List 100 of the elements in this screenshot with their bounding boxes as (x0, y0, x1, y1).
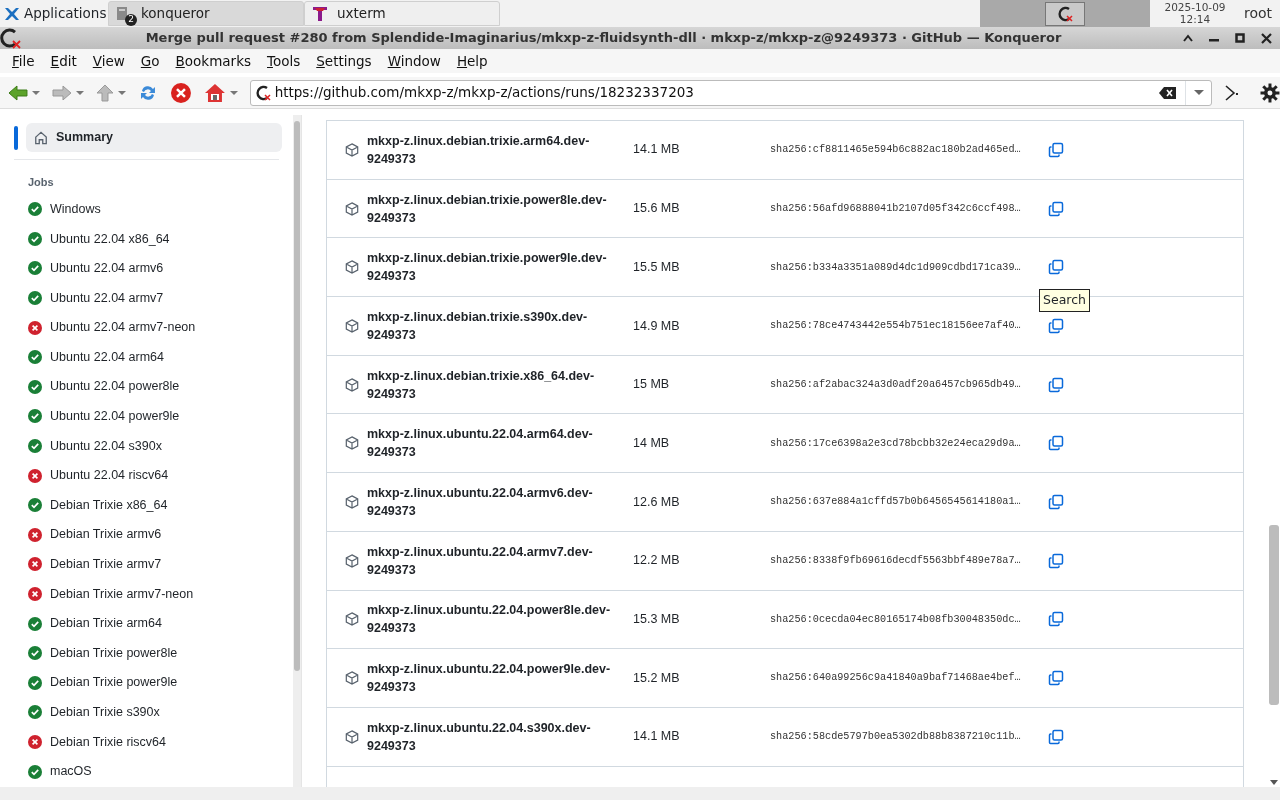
copy-button[interactable] (1048, 670, 1064, 687)
job-link[interactable]: macOS (14, 756, 293, 787)
artifact-digest: sha256:640a99256c9a41840a9baf71468ae4bef… (770, 671, 1022, 686)
artifact-digest: sha256:78ce4743442e554b751ec18156ee7af40… (770, 319, 1022, 334)
artifact-size: 15 MB (632, 376, 671, 394)
stop-icon[interactable] (169, 81, 192, 104)
artifact-size: 14.1 MB (632, 728, 681, 746)
clear-icon[interactable] (1159, 86, 1178, 99)
caret-icon[interactable] (31, 89, 40, 96)
job-link[interactable]: Debian Trixie armv6 (14, 520, 293, 550)
package-icon (345, 436, 359, 451)
back-icon[interactable] (8, 83, 28, 102)
job-link[interactable]: Ubuntu 22.04 power9le (14, 401, 293, 432)
summary-nav-item[interactable]: Summary (26, 123, 282, 152)
settings-icon[interactable] (1260, 82, 1280, 103)
menu-item[interactable]: Bookmarks (167, 50, 259, 72)
maximize-icon[interactable] (1235, 33, 1245, 43)
caret-icon[interactable] (75, 89, 84, 96)
job-link[interactable]: Windows (14, 194, 293, 225)
tray-browser-button[interactable] (1045, 1, 1085, 26)
terminal-prompt-icon[interactable] (1224, 83, 1241, 102)
browser-icon (1056, 4, 1074, 23)
package-icon (345, 142, 359, 157)
artifact-link[interactable]: mkxp-z.linux.debian.trixie.power8le.dev-9249373 (367, 190, 617, 227)
clock-time: 12:14 (1178, 13, 1212, 26)
artifact-size: 12.6 MB (632, 493, 681, 511)
home-icon[interactable] (203, 82, 226, 103)
close-icon[interactable] (1261, 32, 1272, 44)
job-link[interactable]: Debian Trixie riscv64 (14, 727, 293, 757)
artifact-link[interactable]: mkxp-z.linux.ubuntu.22.04.arm64.dev-9249373 (367, 425, 617, 462)
package-icon (345, 612, 359, 627)
caret-icon[interactable] (117, 89, 126, 96)
job-link[interactable]: Ubuntu 22.04 armv7 (14, 283, 293, 313)
menu-item[interactable]: View (84, 50, 133, 72)
artifact-size: 12.2 MB (632, 552, 681, 570)
copy-button[interactable] (1048, 611, 1064, 628)
terminal-icon (311, 4, 329, 23)
artifact-link[interactable]: mkxp-z.linux.debian.trixie.arm64.dev-9249373 (367, 131, 617, 168)
copy-button[interactable] (1048, 552, 1064, 569)
app-icon (0, 27, 24, 49)
job-link[interactable]: Debian Trixie s390x (14, 697, 293, 728)
job-link[interactable]: Ubuntu 22.04 armv7-neon (14, 312, 293, 343)
copy-button[interactable] (1048, 376, 1064, 393)
caret-icon[interactable] (1193, 89, 1204, 96)
job-link[interactable]: Debian Trixie arm64 (14, 608, 293, 639)
job-link[interactable]: Debian Trixie armv7-neon (14, 579, 293, 609)
artifact-digest: sha256:56afd96888041b2107d05f342c6ccf498… (770, 201, 1022, 216)
menu-item[interactable]: File (4, 50, 43, 72)
copy-button[interactable] (1048, 200, 1064, 217)
job-link[interactable]: Debian Trixie x86_64 (14, 490, 293, 521)
copy-button[interactable] (1048, 435, 1064, 452)
job-link[interactable]: Debian Trixie armv7 (14, 549, 293, 580)
scrollbar-thumb[interactable] (1269, 525, 1279, 705)
artifact-link[interactable]: mkxp-z.linux.ubuntu.22.04.armv7.dev-9249373 (367, 542, 617, 579)
section-heading: Jobs (14, 159, 279, 195)
address-field[interactable]: https://github.com/mkxp-z/mkxp-z/actions/runs/18232337203 (249, 79, 1213, 106)
site-icon (254, 83, 273, 102)
job-link[interactable]: Ubuntu 22.04 power8le (14, 372, 293, 402)
job-link[interactable]: Ubuntu 22.04 arm64 (14, 342, 293, 373)
up-icon[interactable] (95, 83, 114, 102)
menu-item[interactable]: Go (132, 50, 168, 72)
artifact-link[interactable]: mkxp-z.linux.ubuntu.22.04.s390x.dev-9249373 (367, 718, 617, 755)
package-icon (345, 201, 359, 216)
job-link[interactable]: Ubuntu 22.04 riscv64 (14, 460, 293, 491)
artifact-digest: sha256:b334a3351a089d4dc1d909cdbd171ca39… (770, 260, 1022, 275)
menu-item[interactable]: Help (448, 50, 496, 72)
artifact-digest: sha256:8338f9fb69616decdf5563bbf489e78a7… (770, 554, 1022, 568)
artifact-link[interactable]: mkxp-z.linux.debian.trixie.s390x.dev-9249373 (367, 307, 617, 344)
menu-item[interactable]: Edit (42, 50, 85, 72)
copy-button[interactable] (1048, 728, 1064, 745)
menu-item[interactable]: Settings (308, 50, 380, 72)
user-name: root (1244, 4, 1273, 23)
package-icon (345, 671, 359, 686)
menu-item[interactable]: Tools (259, 50, 309, 72)
job-link[interactable]: Ubuntu 22.04 s390x (14, 431, 293, 461)
artifact-size: 14.9 MB (632, 317, 681, 335)
copy-button[interactable] (1048, 141, 1064, 158)
artifact-digest: sha256:af2abac324a3d0adf20a6457cb965db49… (770, 377, 1022, 392)
artifact-size: 15.2 MB (632, 669, 681, 687)
menu-item[interactable]: Window (379, 50, 449, 72)
shade-icon[interactable] (1183, 34, 1193, 42)
job-link[interactable]: Ubuntu 22.04 x86_64 (14, 224, 293, 254)
copy-button[interactable] (1048, 317, 1064, 334)
artifact-link[interactable]: mkxp-z.linux.debian.trixie.x86_64.dev-9249373 (367, 366, 617, 403)
job-link[interactable]: Debian Trixie power9le (14, 668, 293, 698)
artifact-size: 14 MB (632, 434, 671, 452)
artifact-link[interactable]: mkxp-z.linux.ubuntu.22.04.power9le.dev-9249373 (367, 660, 617, 697)
taskbar-task[interactable]: uxterm (304, 1, 500, 26)
copy-button[interactable] (1048, 259, 1064, 276)
job-link[interactable]: Debian Trixie power8le (14, 638, 293, 668)
scrollbar-thumb[interactable] (294, 121, 300, 671)
tooltip: Search (1039, 289, 1090, 312)
copy-button[interactable] (1048, 493, 1064, 510)
applications-menu-button[interactable]: Applications (0, 3, 108, 24)
caret-icon[interactable] (229, 89, 238, 96)
taskbar-task[interactable]: 2 konqueror (108, 1, 304, 26)
artifact-link[interactable]: mkxp-z.linux.debian.trixie.power9le.dev-9249373 (367, 249, 617, 286)
artifact-link[interactable]: mkxp-z.linux.ubuntu.22.04.armv6.dev-9249373 (367, 483, 617, 520)
job-link[interactable]: Ubuntu 22.04 armv6 (14, 253, 293, 284)
artifact-link[interactable]: mkxp-z.linux.ubuntu.22.04.power8le.dev-9249373 (367, 601, 617, 638)
